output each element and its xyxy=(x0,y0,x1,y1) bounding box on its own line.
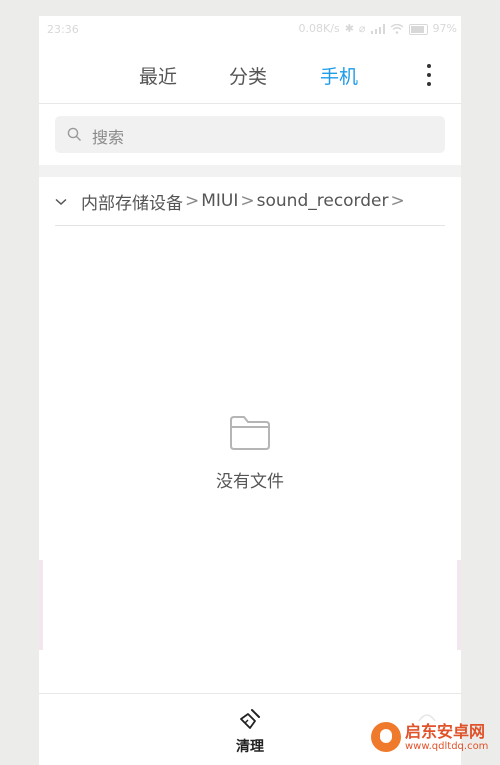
tab-phone[interactable]: 手机 xyxy=(320,62,358,89)
chevron-down-icon[interactable] xyxy=(55,191,67,211)
more-dot-icon xyxy=(427,64,431,68)
more-dot-icon xyxy=(427,82,431,86)
empty-state: 没有文件 xyxy=(39,415,461,492)
breadcrumb-separator: > xyxy=(185,191,200,211)
more-menu-button[interactable] xyxy=(421,64,437,86)
bluetooth-icon: ✱ xyxy=(344,22,354,35)
edge-highlight xyxy=(457,560,461,650)
clean-button[interactable]: 清理 xyxy=(227,708,273,756)
broom-icon xyxy=(240,709,260,729)
phone-screen: 23:36 0.08K/s ✱ ⌀ 97% 最近 分类 手机 搜索 内部存储设备… xyxy=(39,16,461,765)
tab-recent[interactable]: 最近 xyxy=(139,62,177,89)
network-speed: 0.08K/s xyxy=(298,22,340,35)
battery-percent: 97% xyxy=(432,22,457,35)
edge-highlight xyxy=(39,560,43,650)
folder-icon xyxy=(230,416,270,450)
battery-icon xyxy=(408,23,428,35)
empty-message: 没有文件 xyxy=(216,472,284,492)
wifi-icon xyxy=(390,24,403,34)
tab-category[interactable]: 分类 xyxy=(229,62,267,89)
breadcrumb-item-miui[interactable]: MIUI xyxy=(201,191,238,211)
watermark-logo-icon xyxy=(371,722,401,752)
status-bar: 23:36 0.08K/s ✱ ⌀ 97% xyxy=(39,16,461,46)
clean-label: 清理 xyxy=(236,739,264,755)
silent-icon: ⌀ xyxy=(358,22,366,35)
search-placeholder: 搜索 xyxy=(92,128,125,147)
tab-bar: 最近 分类 手机 xyxy=(39,46,461,104)
breadcrumb-item-internal-storage[interactable]: 内部存储设备 xyxy=(81,189,183,214)
watermark: 启东安卓网 www.qdltdq.com xyxy=(371,722,488,752)
breadcrumb-item-sound-recorder[interactable]: sound_recorder xyxy=(257,191,389,211)
watermark-name: 启东安卓网 xyxy=(405,721,486,741)
search-icon xyxy=(67,127,81,141)
search-input[interactable]: 搜索 xyxy=(55,116,445,153)
file-list-area: 内部存储设备 > MIUI > sound_recorder > 没有文件 xyxy=(39,177,461,693)
status-time: 23:36 xyxy=(47,23,79,36)
breadcrumb: 内部存储设备 > MIUI > sound_recorder > xyxy=(55,177,445,226)
signal-icon xyxy=(370,24,385,34)
watermark-url: www.qdltdq.com xyxy=(405,740,489,752)
breadcrumb-separator: > xyxy=(390,191,405,211)
breadcrumb-separator: > xyxy=(240,191,255,211)
more-dot-icon xyxy=(427,73,431,77)
status-icons: 0.08K/s ✱ ⌀ 97% xyxy=(299,23,457,35)
search-area: 搜索 xyxy=(39,104,461,165)
